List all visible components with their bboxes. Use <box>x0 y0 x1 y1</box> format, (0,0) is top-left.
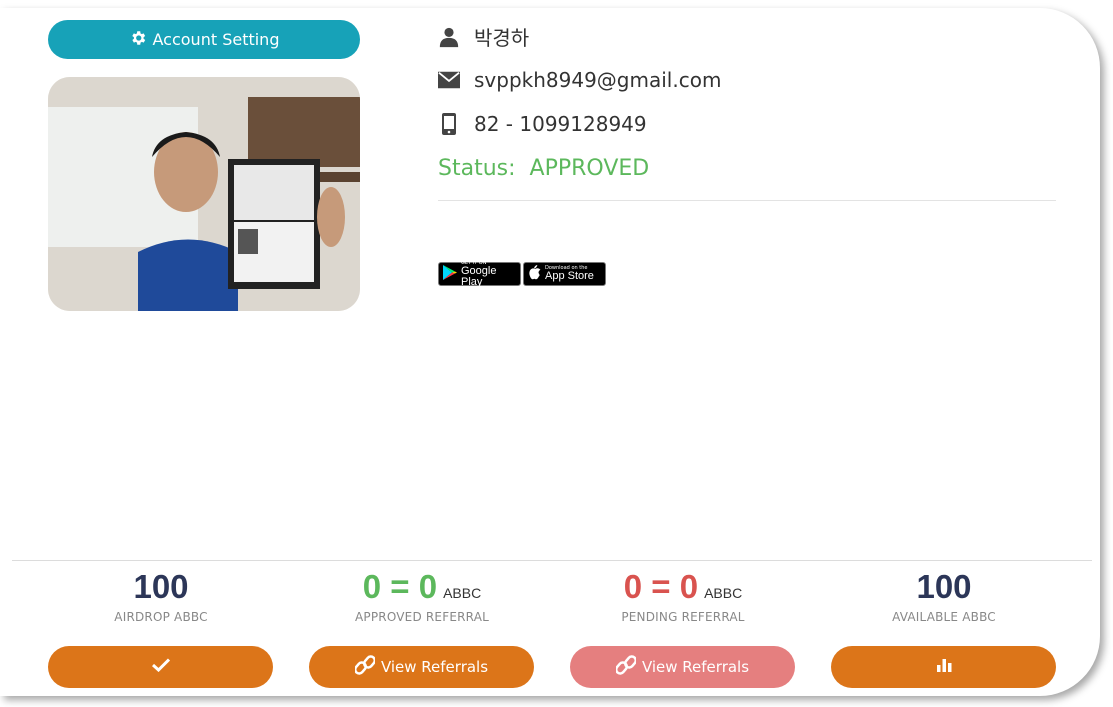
gear-icon <box>129 29 147 51</box>
stat-value: 0 = 0 <box>362 568 438 605</box>
view-pending-referrals-button[interactable]: View Referrals <box>570 646 795 688</box>
check-icon <box>151 658 170 676</box>
google-play-icon <box>443 264 457 284</box>
mobile-phone-icon <box>438 113 460 135</box>
stats-chart-button[interactable] <box>831 646 1056 688</box>
divider <box>12 560 1092 561</box>
profile-photo <box>48 77 360 311</box>
stat-unit: ABBC <box>704 585 743 601</box>
stat-label: APPROVED REFERRAL <box>355 610 489 624</box>
user-icon <box>438 26 460 48</box>
divider <box>438 200 1056 201</box>
stat-unit: ABBC <box>443 585 482 601</box>
profile-email-row: svppkh8949@gmail.com <box>438 68 721 92</box>
view-referrals-label: View Referrals <box>641 658 750 676</box>
apple-icon <box>528 264 541 284</box>
stat-airdrop: 100 AIRDROP ABBC <box>31 568 291 624</box>
stat-value: 0 = 0 <box>623 568 699 605</box>
profile-phone-row: 82 - 1099128949 <box>438 112 647 136</box>
link-icon <box>353 654 376 680</box>
profile-name-row: 박경하 <box>438 22 529 51</box>
envelope-icon <box>438 69 460 91</box>
status-badge: APPROVED <box>529 156 650 181</box>
app-store-big: App Store <box>545 270 594 282</box>
stat-value: 100 <box>133 568 189 605</box>
stat-label: AIRDROP ABBC <box>114 610 208 624</box>
stat-approved-referral: 0 = 0 ABBC APPROVED REFERRAL <box>292 568 552 624</box>
stat-value: 100 <box>916 568 972 605</box>
status-label: Status: <box>438 156 516 181</box>
stat-label: PENDING REFERRAL <box>621 610 745 624</box>
account-setting-button[interactable]: Account Setting <box>48 20 360 59</box>
status-row: Status: APPROVED <box>438 156 649 181</box>
profile-name: 박경하 <box>474 26 530 50</box>
view-approved-referrals-button[interactable]: View Referrals <box>309 646 534 688</box>
view-referrals-label: View Referrals <box>380 658 489 676</box>
google-play-big: Google Play <box>461 264 497 288</box>
profile-email: svppkh8949@gmail.com <box>474 68 722 92</box>
stat-available: 100 AVAILABLE ABBC <box>814 568 1074 624</box>
stat-pending-referral: 0 = 0 ABBC PENDING REFERRAL <box>553 568 813 624</box>
store-badges: GET IT ON Google Play Download on the Ap… <box>438 260 606 288</box>
app-store-badge[interactable]: Download on the App Store <box>523 262 606 286</box>
profile-phone: 82 - 1099128949 <box>474 112 647 136</box>
confirm-button[interactable] <box>48 646 273 688</box>
bar-chart-icon <box>935 657 953 677</box>
account-setting-label: Account Setting <box>152 30 280 49</box>
stat-label: AVAILABLE ABBC <box>892 610 996 624</box>
link-icon <box>614 654 637 680</box>
google-play-badge[interactable]: GET IT ON Google Play <box>438 260 521 288</box>
